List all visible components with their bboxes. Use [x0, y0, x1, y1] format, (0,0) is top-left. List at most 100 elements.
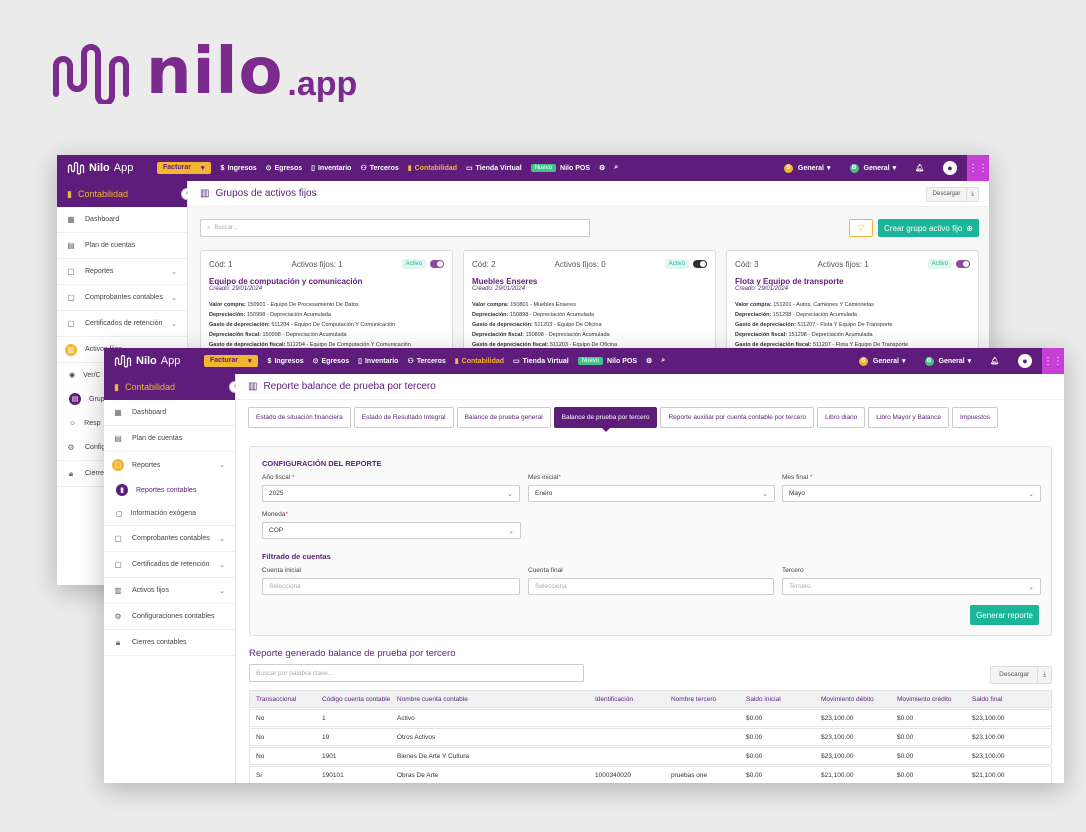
sidebar-item-dashboard[interactable]: ▦ Dashboard	[104, 400, 235, 426]
account-end-select[interactable]: Selecciona	[528, 578, 774, 595]
sidebar-item-configuraciones[interactable]: ⚙ Configuraciones contables	[104, 604, 235, 630]
facturar-button[interactable]: Facturar ▾	[157, 162, 211, 174]
tab-libro-mayor[interactable]: Libro Mayor y Balance	[868, 407, 949, 428]
col-header[interactable]: Movimiento débito	[815, 696, 891, 703]
third-party-select[interactable]: Tercero ⌄	[782, 578, 1041, 595]
search-icon[interactable]: ⌕	[614, 164, 618, 172]
sidebar-item-certificados[interactable]: ▢ Certificados de retención ⌄	[104, 552, 235, 578]
nav-nilo-pos[interactable]: Nilo POS	[560, 165, 590, 172]
app-logo[interactable]: Nilo App	[104, 354, 204, 368]
apps-grid-icon[interactable]: ⋮⋮	[1042, 348, 1064, 374]
tab-auxiliar-tercero[interactable]: Reporte auxiliar por cuenta contable por…	[660, 407, 815, 428]
sidebar-item-plan-de-cuentas[interactable]: ▤ Plan de cuentas	[57, 233, 187, 259]
nav-egresos[interactable]: ⊙ Egresos	[313, 357, 350, 366]
create-group-button[interactable]: Crear grupo activo fijo ⊕	[878, 219, 979, 237]
nav-inventario[interactable]: ▯ Inventario	[358, 357, 398, 366]
sidebar-module-header[interactable]: ▮ Contabilidad ‹	[57, 181, 193, 207]
status-toggle[interactable]	[956, 260, 970, 268]
card-line: Valor compra: 150801 - Muebles Enseres	[472, 300, 707, 310]
bell-icon[interactable]: 🔔︎	[915, 164, 924, 172]
tab-balance-general[interactable]: Balance de prueba general	[456, 407, 551, 428]
col-header[interactable]: Código cuenta contable	[316, 696, 391, 703]
nav-terceros[interactable]: ⚇ Terceros	[407, 357, 445, 366]
tab-impuestos[interactable]: Impuestos	[951, 407, 998, 428]
nav-ingresos[interactable]: $ Ingresos	[268, 358, 304, 365]
sidebar-item-reportes[interactable]: ▢ Reportes ⌄	[57, 259, 187, 285]
col-header[interactable]: Saldo final	[966, 696, 1051, 703]
start-month-select[interactable]: Enero ⌄	[528, 485, 775, 502]
currency-select[interactable]: COP ⌄	[262, 522, 521, 539]
report-search-input[interactable]: Buscar por palabra clave...	[249, 664, 584, 682]
card-line: Gasto de depreciación: 511203 - Equipo D…	[472, 320, 707, 330]
group-card[interactable]: Cód: 1 Activos fijos: 1 Activo Equipo de c…	[200, 250, 453, 360]
col-header[interactable]: Identificación	[589, 696, 665, 703]
nav-terceros[interactable]: ⚇ Terceros	[360, 164, 398, 173]
end-month-select[interactable]: Mayo ⌄	[782, 485, 1041, 502]
tab-resultado-integral[interactable]: Estado de Resultado Integral	[353, 407, 454, 428]
company-selector[interactable]: S General ▾	[858, 356, 906, 366]
group-card[interactable]: Cód: 2 Activos fijos: 0 Activo Muebles Ens…	[463, 250, 716, 360]
filter-button[interactable]: ▽	[849, 219, 874, 237]
nav-inventario[interactable]: ▯ Inventario	[311, 164, 351, 173]
nav-ingresos[interactable]: $ Ingresos	[221, 165, 257, 172]
col-header[interactable]: Nombre tercero	[665, 696, 740, 703]
sidebar-item-plan-de-cuentas[interactable]: ▤ Plan de cuentas	[104, 426, 235, 452]
gear-icon[interactable]: ⚙	[599, 164, 605, 172]
group-card[interactable]: Cód: 3 Activos fijos: 1 Activo Flota y Equ…	[726, 250, 979, 360]
generate-report-button[interactable]: Generar reporte	[970, 605, 1039, 625]
sidebar-sub-reportes-contables[interactable]: ▮ Reportes contables	[104, 478, 235, 502]
sidebar-sub-exogena[interactable]: ▢ Información exógena	[104, 502, 235, 526]
account-start-select[interactable]: Selecciona	[262, 578, 520, 595]
year-select[interactable]: 2025 ⌄	[262, 485, 520, 502]
col-header[interactable]: Nombre cuenta contable	[391, 696, 589, 703]
sidebar-item-comprobantes[interactable]: ▢ Comprobantes contables ⌄	[104, 526, 235, 552]
download-button[interactable]: Descargar ⤓	[925, 187, 979, 202]
nav-contabilidad[interactable]: ▮ Contabilidad	[455, 357, 504, 366]
branch-selector[interactable]: B General ▾	[849, 163, 896, 173]
table-cell: Activo	[397, 714, 415, 722]
search-icon[interactable]: ⌕	[661, 357, 665, 365]
facturar-button[interactable]: Facturar ▾	[204, 355, 258, 367]
search-input[interactable]: ⌕ Buscar...	[200, 219, 590, 237]
table-row[interactable]: No 1 Activo $0.00 $23,100.00 $0.00 $23,1…	[249, 709, 1052, 727]
nav-tienda-virtual[interactable]: ▭ Tienda Virtual	[466, 164, 522, 173]
col-header[interactable]: Saldo inicial	[740, 696, 815, 703]
nav-nilo-pos[interactable]: Nilo POS	[607, 358, 637, 365]
app-logo[interactable]: Nilo App	[57, 161, 157, 175]
sidebar-item-label: Grup	[89, 395, 105, 403]
sidebar-item-certificados[interactable]: ▢ Certificados de retención ⌄	[57, 311, 187, 337]
sidebar-item-cierres[interactable]: 🔒︎ Cierres contables	[104, 630, 235, 656]
nav-contabilidad[interactable]: ▮ Contabilidad	[408, 164, 457, 173]
sidebar-item-reportes[interactable]: ▢ Reportes ⌄	[104, 452, 235, 478]
sidebar-item-activos-fijos[interactable]: ▥ Activos fijos ⌄	[104, 578, 235, 604]
company-selector[interactable]: S General ▾	[783, 163, 831, 173]
select-value: Mayo	[789, 490, 805, 497]
report-download-button[interactable]: Descargar ⤓	[990, 666, 1052, 684]
branch-selector[interactable]: B General ▾	[924, 356, 971, 366]
sidebar-item-comprobantes[interactable]: ▢ Comprobantes contables ⌄	[57, 285, 187, 311]
building-icon: ▥	[200, 188, 210, 199]
tab-situacion-financiera[interactable]: Estado de situación financiera	[248, 407, 351, 428]
user-avatar[interactable]: ●	[1018, 354, 1032, 368]
col-header[interactable]: Movimiento crédito	[891, 696, 966, 703]
card-title[interactable]: Flota y Equipo de transporte	[735, 277, 970, 286]
sidebar-item-dashboard[interactable]: ▦ Dashboard	[57, 207, 187, 233]
nav-label: Ingresos	[274, 357, 304, 365]
card-title[interactable]: Equipo de computación y comunicación	[209, 277, 444, 286]
col-header[interactable]: Transaccional	[250, 696, 316, 703]
nav-tienda-virtual[interactable]: ▭ Tienda Virtual	[513, 357, 569, 366]
apps-grid-icon[interactable]: ⋮⋮	[967, 155, 989, 181]
table-row[interactable]: No 1901 Bienes De Arte Y Cultura $0.00 $…	[249, 747, 1052, 765]
tab-libro-diario[interactable]: Libro diario	[817, 407, 866, 428]
tab-balance-tercero[interactable]: Balance de prueba por tercero	[553, 407, 658, 432]
card-title[interactable]: Muebles Enseres	[472, 277, 707, 286]
status-toggle[interactable]	[693, 260, 707, 268]
nav-egresos[interactable]: ⊙ Egresos	[266, 164, 303, 173]
bell-icon[interactable]: 🔔︎	[990, 357, 999, 365]
table-row[interactable]: Si 190101 Obras De Arte 1000340020 prueb…	[249, 766, 1052, 783]
status-toggle[interactable]	[430, 260, 444, 268]
gear-icon[interactable]: ⚙	[646, 357, 652, 365]
user-avatar[interactable]: ●	[943, 161, 957, 175]
table-row[interactable]: No 19 Otros Activos $0.00 $23,100.00 $0.…	[249, 728, 1052, 746]
sidebar-module-header[interactable]: ▮ Contabilidad ‹	[104, 374, 241, 400]
